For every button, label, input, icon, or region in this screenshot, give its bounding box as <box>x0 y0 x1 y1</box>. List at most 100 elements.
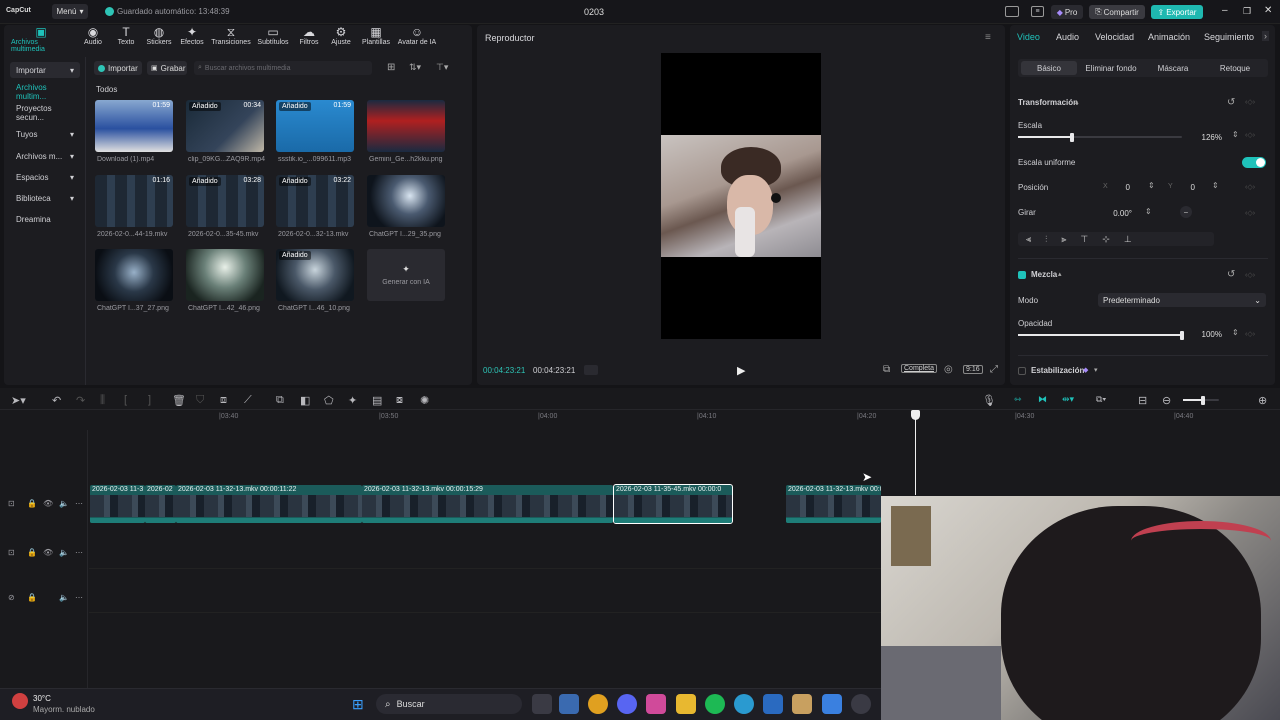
share-button[interactable]: ⎘ Compartir <box>1089 5 1145 19</box>
minimize-icon[interactable]: – <box>1222 5 1228 16</box>
maximize-icon[interactable]: ❐ <box>1243 6 1251 17</box>
grid-view-icon[interactable]: ⊞ <box>387 62 395 73</box>
split-left-icon[interactable]: [ <box>124 394 127 406</box>
scale-value[interactable]: 126% <box>1190 130 1222 144</box>
align-right-icon[interactable]: ⫸ <box>1061 234 1066 245</box>
video-canvas[interactable] <box>661 53 821 339</box>
sidebar-item[interactable]: Biblioteca ▾ <box>10 190 80 206</box>
select-tool-icon[interactable]: ➤▾ <box>11 394 26 407</box>
sidebar-item[interactable]: Proyectos secun... <box>10 104 80 122</box>
speaker-icon[interactable]: 🔈 <box>59 548 69 557</box>
reset-transform-icon[interactable]: ↺ <box>1227 97 1235 108</box>
media-search-input[interactable]: ⌕ Buscar archivos multimedia <box>194 61 372 75</box>
weather-icon[interactable] <box>12 693 28 709</box>
play-icon[interactable]: ▶ <box>737 364 745 377</box>
delete-icon[interactable]: 🗑 <box>172 394 186 407</box>
split-right-icon[interactable]: ] <box>148 394 151 406</box>
sidebar-item[interactable]: Importar ▾ <box>10 62 80 78</box>
speed-curve-icon[interactable]: ⟋ <box>244 394 252 407</box>
filter-icon[interactable]: ⊤▾ <box>436 62 448 73</box>
media-item[interactable] <box>186 249 264 301</box>
split-icon[interactable]: ⫼ <box>100 394 105 407</box>
export-button[interactable]: ⇪ Exportar <box>1151 5 1203 19</box>
opacity-slider[interactable] <box>1018 330 1184 340</box>
windows-start-icon[interactable]: ⊞ <box>352 696 364 713</box>
inspector-tab[interactable]: Animación <box>1148 32 1190 42</box>
stepper-icon[interactable]: ⇕ <box>1212 181 1219 190</box>
position-y-input[interactable]: 0 <box>1175 180 1195 194</box>
player-menu-icon[interactable]: ≡ <box>985 32 991 43</box>
timeline-clip[interactable]: 2026-02-03 11-32-13.mkv 00:00:11:22 <box>176 485 362 523</box>
blend-checkbox[interactable] <box>1018 271 1026 279</box>
inspector-subtab[interactable]: Retoque <box>1204 61 1266 75</box>
media-item[interactable] <box>367 100 445 152</box>
fullscreen-icon[interactable]: ⤢ <box>990 364 998 375</box>
stepper-icon[interactable]: ⇕ <box>1232 328 1239 337</box>
edge-icon[interactable] <box>734 694 754 714</box>
inspector-subtab[interactable]: Eliminar fondo <box>1079 61 1143 75</box>
magic-icon[interactable]: ✦ <box>348 394 357 407</box>
chrome-icon[interactable] <box>588 694 608 714</box>
collapse-icon[interactable]: ▴ <box>1058 270 1062 278</box>
eye-icon[interactable]: 👁 <box>43 499 53 508</box>
inspector-tab[interactable]: Seguimiento <box>1204 32 1254 42</box>
speaker-icon[interactable]: 🔈 <box>59 593 69 602</box>
quality-button[interactable]: Completa <box>901 364 937 373</box>
keyframe-icon[interactable]: ‹◇› <box>1245 183 1255 191</box>
fit-timeline-icon[interactable]: ⊟ <box>1138 394 1147 407</box>
microphone-icon[interactable]: 🎙 <box>982 394 996 407</box>
copilot-icon[interactable] <box>646 694 666 714</box>
track-cover-icon[interactable]: ⊡ <box>8 499 15 508</box>
media-item[interactable] <box>367 175 445 227</box>
crop-icon[interactable]: ⧈ <box>220 394 227 407</box>
media-item[interactable]: Añadido 00:34 <box>186 100 264 152</box>
track-cover-icon[interactable]: ⊡ <box>8 548 15 557</box>
align-bottom-icon[interactable]: ⊥ <box>1124 234 1132 245</box>
align-center-v-icon[interactable]: ⊹ <box>1102 234 1110 245</box>
scale-slider[interactable] <box>1018 132 1182 142</box>
capcut-taskbar-icon[interactable] <box>851 694 871 714</box>
more-icon[interactable]: ⋯ <box>75 548 83 557</box>
toolbar-item-avatar[interactable]: ☺ Avatar de IA <box>387 26 447 47</box>
taskbar-app-icon[interactable] <box>792 694 812 714</box>
align-top-icon[interactable]: ⊤ <box>1080 234 1088 245</box>
rotate-input[interactable]: 0.00° <box>1100 206 1132 220</box>
uniform-scale-toggle[interactable] <box>1242 157 1266 168</box>
media-item[interactable]: Añadido 01:59 <box>276 100 354 152</box>
todo-icon[interactable] <box>822 694 842 714</box>
timecode-format-icon[interactable] <box>584 365 598 375</box>
media-item[interactable]: Añadido 03:22 <box>276 175 354 227</box>
lock-icon[interactable]: 🔒 <box>27 499 37 508</box>
task-view-icon[interactable] <box>532 694 552 714</box>
inspector-tab[interactable]: Video <box>1017 32 1040 42</box>
timeline-clip[interactable]: 2026-02-03 11-32-13.mkv 00:00:08:06 <box>786 485 881 523</box>
freeze-icon[interactable]: ⧇ <box>396 394 403 407</box>
more-icon[interactable]: ⋯ <box>75 593 83 602</box>
main-track-magnet-icon[interactable]: ⇿ <box>1014 394 1022 405</box>
auto-snap-icon[interactable]: ⧓ <box>1038 394 1047 405</box>
stepper-icon[interactable]: ⇕ <box>1232 130 1239 139</box>
keyframe-icon[interactable]: ‹◇› <box>1245 209 1255 217</box>
sort-icon[interactable]: ⇅▾ <box>409 62 421 73</box>
mirror-icon[interactable]: ◧ <box>300 394 310 407</box>
position-x-input[interactable]: 0 <box>1110 180 1130 194</box>
timeline-clip[interactable]: 2026-02 <box>145 485 176 523</box>
project-title[interactable]: 0203 <box>584 7 604 17</box>
toolbar-item-media[interactable]: ▣ Archivos multimedia <box>11 26 71 54</box>
inspector-subtab[interactable]: Básico <box>1021 61 1077 75</box>
snapshot-icon[interactable]: ◎ <box>944 364 953 375</box>
mail-icon[interactable] <box>763 694 783 714</box>
tabs-scroll-right-icon[interactable]: › <box>1262 31 1269 41</box>
keyframe-nav-icon[interactable]: ‹◇› <box>1245 98 1255 106</box>
chevron-down-icon[interactable]: ▾ <box>1094 366 1098 374</box>
zoom-slider[interactable] <box>1183 395 1219 405</box>
spotify-icon[interactable] <box>705 694 725 714</box>
sidebar-item[interactable]: Dreamina <box>10 211 80 227</box>
media-item[interactable]: 01:59 <box>95 100 173 152</box>
stepper-icon[interactable]: ⇕ <box>1148 181 1155 190</box>
generate-ai-button[interactable]: ✦ Generar con IA <box>367 249 445 301</box>
media-item[interactable]: Añadido 03:28 <box>186 175 264 227</box>
inspector-subtab[interactable]: Máscara <box>1146 61 1200 75</box>
keyframe-icon[interactable]: ‹◇› <box>1245 271 1255 279</box>
media-item[interactable] <box>95 249 173 301</box>
